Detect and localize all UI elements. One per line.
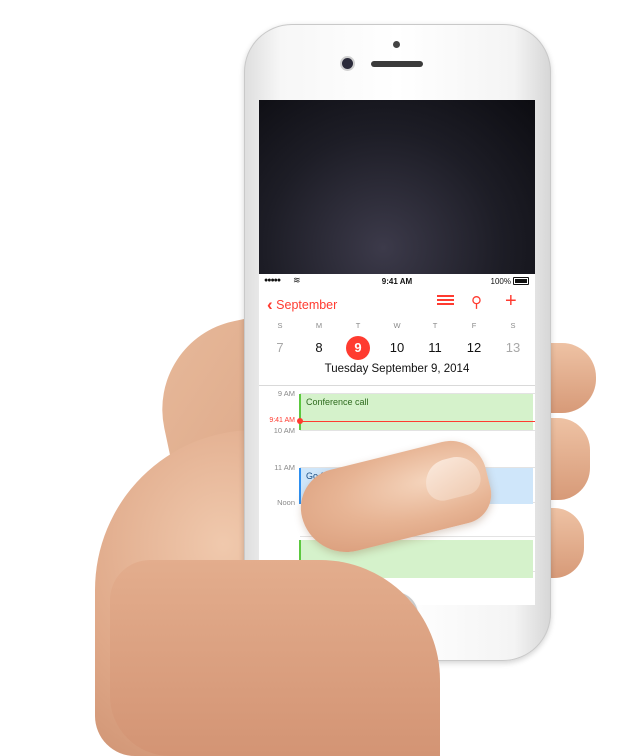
dow-label: M — [315, 321, 323, 330]
day-10[interactable]: 10 — [385, 336, 409, 360]
hour-label: Noon — [277, 498, 295, 507]
back-button[interactable]: ‹ September — [267, 294, 337, 314]
search-icon[interactable]: ⚲ — [471, 293, 482, 311]
day-13[interactable]: 13 — [501, 336, 525, 360]
event-conference-call[interactable]: Conference call — [299, 394, 533, 430]
back-label: September — [276, 298, 338, 312]
notification-area — [259, 100, 535, 274]
day-8[interactable]: 8 — [307, 336, 331, 360]
earpiece-speaker — [371, 61, 423, 67]
day-11[interactable]: 11 — [423, 336, 447, 360]
dow-label: T — [432, 321, 438, 330]
dow-label: S — [510, 321, 516, 330]
add-icon[interactable]: + — [505, 290, 517, 313]
proximity-sensor — [393, 41, 400, 48]
day-7[interactable]: 7 — [268, 336, 292, 360]
nav-bar: ‹ September ⚲ + — [259, 288, 535, 316]
current-time-dot — [297, 418, 303, 424]
selected-date-label: Tuesday September 9, 2014 — [324, 363, 470, 375]
hour-label: 11 AM — [274, 463, 295, 472]
dow-label: W — [393, 321, 401, 330]
calendar-app: ●●●●● ≋ 9:41 AM 100% ‹ September ⚲ + S M… — [259, 274, 535, 605]
dow-label: F — [471, 321, 477, 330]
chevron-left-icon: ‹ — [267, 295, 273, 314]
hour-line — [300, 430, 535, 431]
battery-icon — [513, 277, 529, 285]
status-bar: ●●●●● ≋ 9:41 AM 100% — [259, 274, 535, 288]
hand-lower — [110, 560, 440, 756]
dow-label: T — [355, 321, 361, 330]
current-time-line — [300, 421, 535, 422]
day-12[interactable]: 12 — [462, 336, 486, 360]
dow-label: S — [277, 321, 283, 330]
event-title: Conference call — [306, 397, 369, 407]
current-time-label: 9:41 AM — [269, 417, 295, 424]
week-strip: S M T W T F S 7 8 9 10 11 12 13 Tuesday … — [259, 317, 535, 385]
list-icon[interactable] — [437, 294, 454, 306]
day-9-selected[interactable]: 9 — [346, 336, 370, 360]
hour-label: 9 AM — [277, 389, 295, 398]
hour-label: 10 AM — [273, 426, 295, 435]
front-camera — [342, 58, 353, 69]
battery-percent: 100% — [490, 277, 511, 286]
